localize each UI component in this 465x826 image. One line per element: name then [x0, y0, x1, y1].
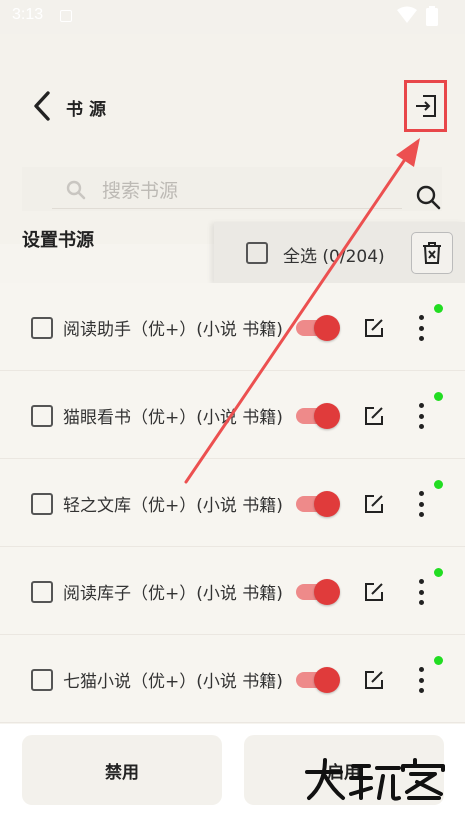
source-name: 阅读库子（优+）(小说 书籍): [63, 584, 283, 604]
back-button[interactable]: [30, 88, 56, 124]
chevron-left-icon: [34, 91, 50, 121]
more-dot: [418, 512, 424, 517]
battery-icon: [426, 6, 438, 26]
more-dot: [418, 413, 424, 419]
edit-icon: [365, 407, 383, 425]
status-dot: [434, 304, 443, 313]
source-name: 猫眼看书（优+）(小说 书籍): [63, 408, 283, 428]
more-dot: [418, 600, 424, 605]
more-dot: [418, 325, 424, 331]
delete-button[interactable]: [411, 232, 453, 274]
search-placeholder: 搜索书源: [102, 180, 179, 202]
select-all-checkbox[interactable]: [245, 241, 269, 265]
search-icon: [66, 180, 86, 200]
app-badge-icon: [60, 10, 72, 22]
source-row[interactable]: 轻之文库（优+）(小说 书籍): [0, 459, 465, 547]
more-dot: [418, 589, 424, 595]
disable-button[interactable]: 禁用: [22, 735, 222, 805]
toggle-knob: [314, 403, 340, 429]
toggle-knob: [314, 315, 340, 341]
edit-icon: [365, 583, 383, 601]
more-dot: [418, 424, 424, 429]
toggle-knob: [314, 667, 340, 693]
more-dot: [418, 315, 424, 320]
edit-button[interactable]: [362, 316, 386, 340]
edit-button[interactable]: [362, 404, 386, 428]
status-dot: [434, 568, 443, 577]
search-underline: [52, 208, 402, 209]
edit-button[interactable]: [362, 580, 386, 604]
more-button[interactable]: [413, 403, 429, 429]
more-dot: [418, 688, 424, 693]
more-dot: [418, 336, 424, 341]
status-dot: [434, 656, 443, 665]
row-checkbox[interactable]: [30, 580, 54, 604]
row-checkbox[interactable]: [30, 316, 54, 340]
more-dot: [418, 667, 424, 672]
login-arrow-icon: [415, 95, 436, 117]
enable-toggle[interactable]: [296, 403, 340, 429]
more-dot: [418, 403, 424, 408]
source-name: 七猫小说（优+）(小说 书籍): [63, 672, 283, 692]
edit-icon: [365, 319, 383, 337]
row-checkbox[interactable]: [30, 668, 54, 692]
edit-icon: [365, 671, 383, 689]
edit-button[interactable]: [362, 492, 386, 516]
enable-toggle[interactable]: [296, 667, 340, 693]
source-row[interactable]: 猫眼看书（优+）(小说 书籍): [0, 371, 465, 459]
more-button[interactable]: [413, 491, 429, 517]
toggle-knob: [314, 579, 340, 605]
section-title: 设置书源: [22, 230, 94, 251]
source-row[interactable]: 阅读库子（优+）(小说 书籍): [0, 547, 465, 635]
search-button[interactable]: [414, 183, 444, 213]
select-all-label: 全选 (0/204): [283, 247, 385, 267]
status-time: 3:13: [12, 6, 44, 23]
enable-toggle[interactable]: [296, 491, 340, 517]
select-all-bar: 全选 (0/204): [214, 222, 465, 283]
more-dot: [418, 491, 424, 496]
watermark-logo: [305, 758, 445, 801]
more-dot: [418, 501, 424, 507]
page-title: 书源: [66, 100, 112, 120]
status-dot: [434, 392, 443, 401]
trash-icon: [423, 242, 441, 264]
edit-icon: [365, 495, 383, 513]
more-dot: [418, 677, 424, 683]
source-name: 轻之文库（优+）(小说 书籍): [63, 496, 283, 516]
row-checkbox[interactable]: [30, 492, 54, 516]
source-row[interactable]: 七猫小说（优+）(小说 书籍): [0, 635, 465, 723]
row-checkbox[interactable]: [30, 404, 54, 428]
enable-toggle[interactable]: [296, 579, 340, 605]
wifi-icon: [397, 6, 417, 23]
search-field[interactable]: 搜索书源: [22, 167, 442, 211]
more-dot: [418, 579, 424, 584]
status-bar: 3:13: [0, 0, 465, 34]
enable-toggle[interactable]: [296, 315, 340, 341]
more-button[interactable]: [413, 315, 429, 341]
top-bar: [0, 34, 465, 244]
import-source-button[interactable]: [404, 80, 447, 132]
search-icon: [416, 185, 441, 210]
source-row[interactable]: 阅读助手（优+）(小说 书籍): [0, 283, 465, 371]
source-name: 阅读助手（优+）(小说 书籍): [63, 320, 283, 340]
toggle-knob: [314, 491, 340, 517]
status-dot: [434, 480, 443, 489]
edit-button[interactable]: [362, 668, 386, 692]
more-button[interactable]: [413, 667, 429, 693]
source-list: 阅读助手（优+）(小说 书籍) 猫眼看书（优+）(小说 书籍) 轻之文库（优+）…: [0, 283, 465, 723]
more-button[interactable]: [413, 579, 429, 605]
